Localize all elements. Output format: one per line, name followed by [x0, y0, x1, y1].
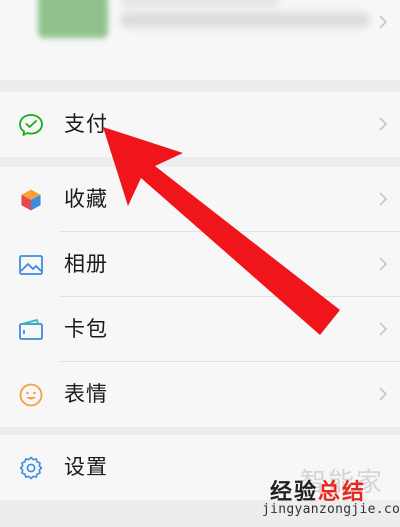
chevron-right-icon [379, 387, 388, 401]
wallet-icon [19, 319, 43, 340]
cube-icon [20, 188, 42, 212]
menu-label-stickers: 表情 [64, 382, 108, 406]
image-icon [19, 255, 43, 275]
profile-name-blurred [120, 0, 280, 6]
menu-label-cards: 卡包 [64, 317, 108, 341]
menu-item-cards[interactable]: 卡包 [0, 297, 400, 362]
watermark-url: jingyanzongjie.com [262, 502, 400, 517]
profile-header[interactable] [0, 0, 400, 80]
features-section: 收藏 相册 卡包 表情 [0, 167, 400, 427]
chevron-right-icon [379, 192, 388, 206]
chevron-right-icon [379, 257, 388, 271]
menu-label-settings: 设置 [64, 455, 108, 479]
profile-id-blurred [120, 12, 370, 28]
menu-item-stickers[interactable]: 表情 [0, 362, 400, 427]
menu-item-album[interactable]: 相册 [0, 232, 400, 297]
menu-label-favorites: 收藏 [64, 187, 108, 211]
smiley-icon [19, 383, 43, 407]
menu-label-pay: 支付 [64, 112, 108, 136]
menu-label-album: 相册 [64, 252, 108, 276]
chevron-right-icon [379, 15, 388, 29]
gear-icon [19, 456, 43, 480]
wechat-pay-icon [19, 114, 43, 136]
avatar [38, 0, 108, 38]
pay-section: 支付 [0, 92, 400, 157]
menu-item-favorites[interactable]: 收藏 [0, 167, 400, 232]
chevron-right-icon [379, 117, 388, 131]
menu-item-pay[interactable]: 支付 [0, 92, 400, 157]
chevron-right-icon [379, 322, 388, 336]
